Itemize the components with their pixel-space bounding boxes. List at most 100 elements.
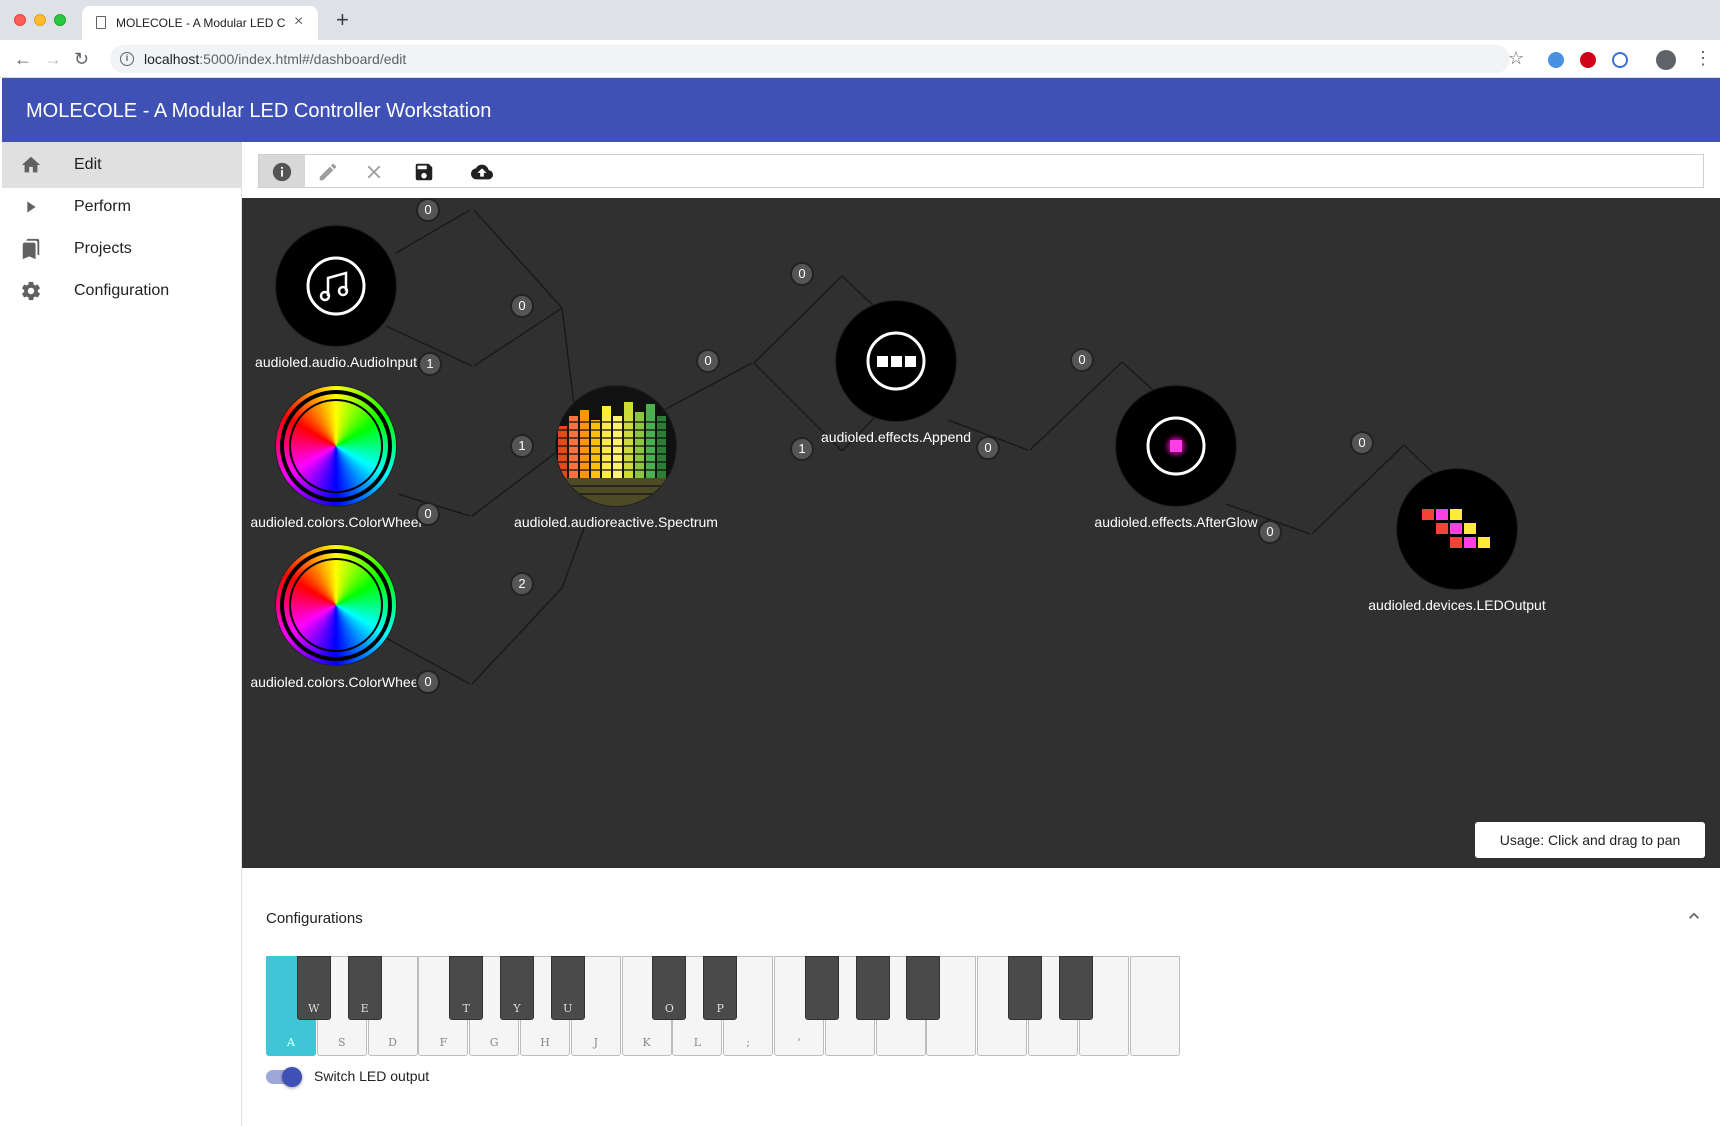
sidebar: Edit Perform Projects Configuration — [2, 142, 242, 1126]
back-icon[interactable]: ← — [14, 49, 32, 69]
bookmark-star-icon[interactable]: ☆ — [1508, 48, 1524, 68]
new-tab-button[interactable]: + — [336, 9, 349, 31]
save-icon — [415, 163, 433, 181]
sidebar-item-configuration[interactable]: Configuration — [2, 268, 242, 314]
browser-menu-icon[interactable]: ⋮ — [1694, 48, 1712, 68]
input-port[interactable]: 0 — [510, 294, 534, 318]
key-label: O — [664, 1002, 674, 1015]
key-label: J — [593, 1036, 598, 1049]
piano-black-key[interactable]: W — [296, 956, 331, 1020]
close-icon — [367, 165, 381, 179]
cloud-upload-icon — [471, 164, 493, 180]
key-label: W — [308, 1002, 320, 1015]
forward-icon[interactable]: → — [44, 49, 62, 69]
delete-button[interactable] — [351, 155, 397, 187]
info-button[interactable] — [259, 155, 305, 187]
extension-icon[interactable] — [1548, 52, 1564, 68]
piano-white-key[interactable] — [1129, 956, 1180, 1056]
node-graph-canvas[interactable]: audioled.audio.AudioInput audioled.color… — [242, 198, 1720, 868]
sidebar-item-perform[interactable]: Perform — [2, 184, 242, 230]
configurations-title: Configurations — [266, 910, 363, 927]
url-text: localhost:5000/index.html#/dashboard/edi… — [144, 51, 407, 67]
piano-black-key[interactable]: E — [347, 956, 382, 1020]
afterglow-icon — [1146, 416, 1206, 476]
input-port[interactable]: 1 — [510, 434, 534, 458]
browser-tab-bar: MOLECOLE - A Modular LED C × + — [0, 0, 1720, 40]
piano-black-key[interactable] — [1008, 956, 1042, 1020]
key-label: S — [338, 1036, 346, 1049]
output-port[interactable]: 1 — [418, 352, 442, 376]
piano-black-key[interactable]: O — [652, 956, 687, 1020]
output-port[interactable]: 0 — [416, 198, 440, 222]
edit-button[interactable] — [305, 155, 351, 187]
app-title: MOLECOLE - A Modular LED Controller Work… — [26, 100, 492, 122]
piano-black-key[interactable]: U — [550, 956, 585, 1020]
tab-close-icon[interactable]: × — [294, 13, 303, 31]
piano-black-key[interactable] — [906, 956, 941, 1020]
sidebar-item-projects[interactable]: Projects — [2, 226, 242, 272]
node-label: audioled.colors.ColorWheel — [250, 514, 422, 530]
node-append[interactable] — [836, 301, 956, 421]
node-label: audioled.audioreactive.Spectrum — [514, 514, 718, 530]
site-info-icon[interactable]: i — [120, 52, 134, 66]
chevron-up-icon[interactable] — [1684, 906, 1704, 926]
key-label: F — [439, 1036, 448, 1049]
reload-icon[interactable]: ↻ — [74, 49, 89, 69]
window-minimize-button[interactable] — [34, 14, 46, 26]
input-port[interactable]: 0 — [1350, 431, 1374, 455]
play-icon — [27, 201, 36, 213]
node-color-wheel[interactable] — [276, 545, 396, 665]
home-icon — [21, 156, 41, 173]
key-label: ' — [797, 1036, 801, 1049]
input-port[interactable]: 0 — [790, 262, 814, 286]
piano-black-key[interactable] — [855, 956, 890, 1020]
tab-title: MOLECOLE - A Modular LED C — [116, 16, 286, 30]
window-close-button[interactable] — [14, 14, 26, 26]
append-icon — [866, 331, 926, 391]
input-port[interactable]: 2 — [510, 572, 534, 596]
browser-toolbar: ← → ↻ i localhost:5000/index.html#/dashb… — [0, 40, 1720, 78]
document-icon — [96, 16, 106, 29]
node-audio-input[interactable] — [276, 226, 396, 346]
window-maximize-button[interactable] — [54, 14, 66, 26]
piano-black-key[interactable]: Y — [500, 956, 534, 1020]
input-port[interactable]: 0 — [1070, 348, 1094, 372]
node-color-wheel[interactable] — [276, 386, 396, 506]
output-port[interactable]: 0 — [416, 502, 440, 526]
node-afterglow[interactable] — [1116, 386, 1236, 506]
node-label: audioled.effects.AfterGlow — [1094, 514, 1258, 530]
piano-black-key[interactable]: P — [703, 956, 738, 1020]
sidebar-item-label: Edit — [74, 156, 102, 173]
input-port[interactable]: 1 — [790, 437, 814, 461]
output-port[interactable]: 0 — [1258, 520, 1282, 544]
address-bar[interactable]: i localhost:5000/index.html#/dashboard/e… — [110, 45, 1510, 73]
color-wheel-icon — [280, 549, 392, 661]
led-output-toggle[interactable] — [266, 1067, 302, 1087]
key-label: Y — [513, 1002, 521, 1015]
sidebar-item-label: Perform — [74, 198, 131, 215]
save-button[interactable] — [401, 155, 447, 187]
key-label: ; — [746, 1036, 751, 1049]
sidebar-item-edit[interactable]: Edit — [2, 142, 242, 188]
piano-black-key[interactable] — [1058, 956, 1093, 1020]
toggle-knob[interactable] — [282, 1067, 302, 1087]
usage-hint: Usage: Click and drag to pan — [1475, 822, 1705, 858]
piano-black-key[interactable]: T — [449, 956, 484, 1020]
node-led-output[interactable] — [1397, 469, 1517, 589]
bookmark-icon — [22, 238, 40, 260]
profile-icon[interactable] — [1656, 50, 1676, 70]
key-label: G — [489, 1036, 499, 1049]
editor-toolbar — [258, 154, 1704, 188]
extension-icon[interactable] — [1580, 52, 1596, 68]
output-port[interactable]: 0 — [696, 349, 720, 373]
upload-button[interactable] — [459, 155, 505, 187]
sidebar-item-label: Configuration — [74, 282, 170, 299]
extension-icon[interactable] — [1612, 52, 1628, 68]
node-label: audioled.effects.Append — [821, 429, 971, 445]
key-label: H — [540, 1036, 550, 1049]
output-port[interactable]: 0 — [416, 670, 440, 694]
output-port[interactable]: 0 — [976, 436, 1000, 460]
piano-black-key[interactable] — [804, 956, 839, 1020]
browser-tab[interactable]: MOLECOLE - A Modular LED C × — [82, 6, 318, 40]
node-spectrum[interactable] — [556, 386, 676, 506]
